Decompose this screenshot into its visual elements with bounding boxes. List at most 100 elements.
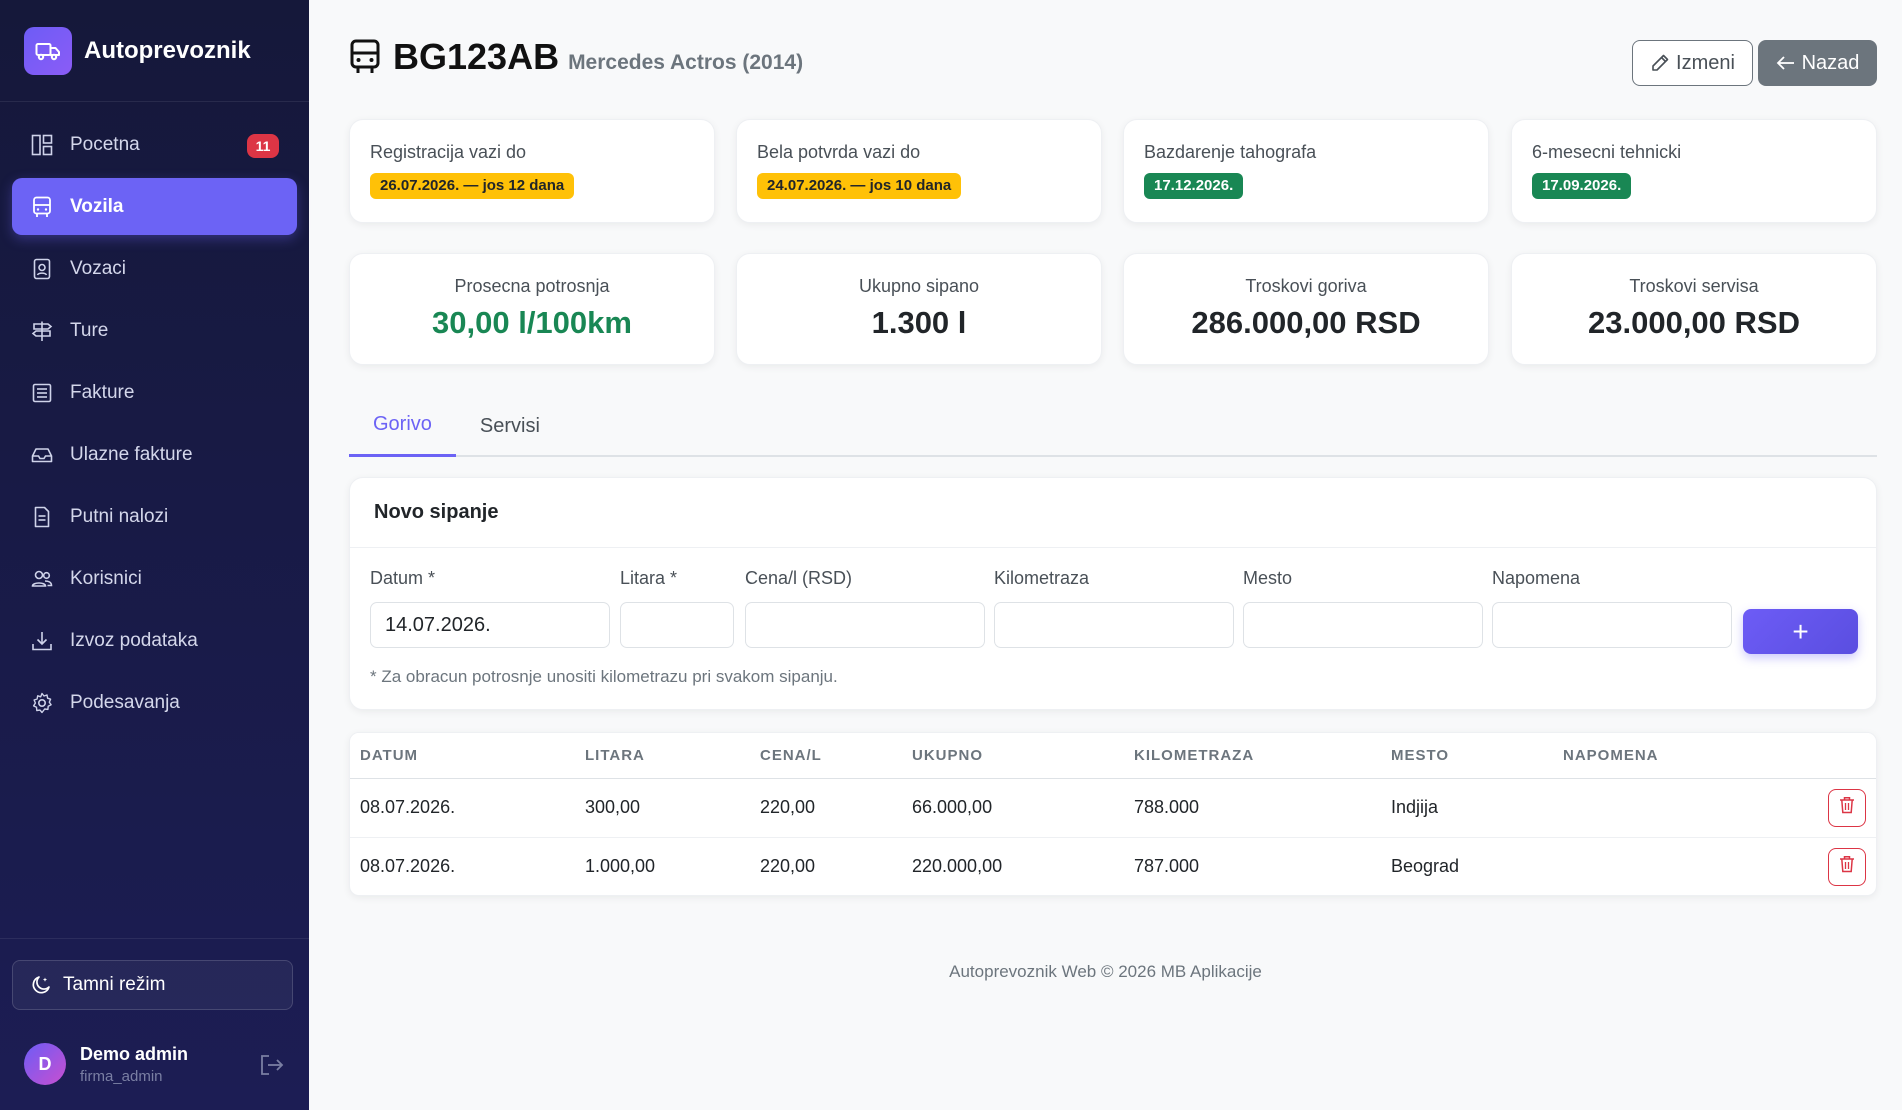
dark-mode-label: Tamni režim	[63, 974, 166, 995]
sidebar-item-label: Pocetna	[70, 133, 140, 155]
column-header: UKUPNO	[902, 733, 1124, 779]
pencil-icon	[1650, 53, 1670, 73]
sidebar-item-korisnici[interactable]: Korisnici	[12, 550, 297, 607]
sidebar-item-ulazne-fakture[interactable]: Ulazne fakture	[12, 426, 297, 483]
cell-place: Beograd	[1381, 837, 1553, 895]
sidebar-footer: Tamni režim D Demo admin firma_admin	[0, 938, 309, 1110]
cell-note	[1553, 837, 1753, 895]
cell-total: 220.000,00	[902, 837, 1124, 895]
card-label: Bela potvrda vazi do	[757, 142, 921, 162]
add-button[interactable]: +	[1743, 609, 1858, 654]
fuel-cost-card: Troskovi goriva 286.000,00 RSD	[1123, 253, 1489, 365]
cell-liters: 300,00	[575, 778, 750, 838]
stat-label: Troskovi servisa	[1629, 276, 1759, 296]
document-icon	[30, 505, 54, 529]
signpost-icon	[30, 319, 54, 343]
price-input[interactable]	[745, 602, 985, 648]
tachograph-card: Bazdarenje tahografa 17.12.2026.	[1123, 119, 1489, 223]
cell-note	[1553, 778, 1753, 838]
status-badge: 17.09.2026.	[1532, 173, 1632, 199]
logout-icon[interactable]	[258, 1051, 286, 1079]
cell-actions	[1753, 778, 1876, 838]
people-icon	[30, 567, 54, 591]
table-header-row: DATUM LITARA CENA/L UKUPNO KILOMETRAZA M…	[350, 733, 1876, 779]
sidebar-nav: Pocetna 11 Vozila Vozaci Ture Fakture Ul…	[0, 102, 309, 731]
price-field-group: Cena/l (RSD)	[745, 568, 985, 648]
bus-icon	[30, 195, 54, 219]
sidebar: Autoprevoznik Pocetna 11 Vozila Vozaci T…	[0, 0, 309, 1110]
table-row: 08.07.2026. 300,00 220,00 66.000,00 788.…	[350, 778, 1876, 838]
service-cost-card: Troskovi servisa 23.000,00 RSD	[1511, 253, 1877, 365]
date-input[interactable]: 14.07.2026.	[370, 602, 610, 648]
dark-mode-toggle[interactable]: Tamni režim	[12, 960, 293, 1010]
receipt-icon	[30, 381, 54, 405]
cell-date: 08.07.2026.	[350, 837, 575, 895]
cell-price: 220,00	[750, 778, 902, 838]
sidebar-item-putni-nalozi[interactable]: Putni nalozi	[12, 488, 297, 545]
back-button[interactable]: Nazad	[1758, 40, 1877, 86]
card-label: Bazdarenje tahografa	[1144, 142, 1317, 162]
sidebar-item-label: Vozaci	[70, 257, 126, 279]
avatar: D	[24, 1043, 66, 1085]
trash-icon	[1839, 796, 1855, 819]
date-field-group: Datum * 14.07.2026.	[370, 568, 610, 648]
column-header: DATUM	[350, 733, 575, 779]
sidebar-item-vozaci[interactable]: Vozaci	[12, 240, 297, 297]
cell-place: Indjija	[1381, 778, 1553, 838]
liters-field-group: Litara *	[620, 568, 734, 648]
truck-icon	[24, 26, 72, 75]
person-badge-icon	[30, 257, 54, 281]
field-label: Kilometraza	[994, 568, 1090, 588]
note-input[interactable]	[1492, 602, 1732, 648]
form-title: Novo sipanje	[350, 478, 1876, 548]
vehicle-model: Mercedes Actros (2014)	[568, 51, 804, 74]
sidebar-item-label: Ture	[70, 319, 109, 341]
page-header: BG123AB Mercedes Actros (2014)	[349, 36, 803, 78]
stat-label: Ukupno sipano	[858, 276, 980, 296]
status-badge: 17.12.2026.	[1144, 173, 1244, 199]
tab-gorivo[interactable]: Gorivo	[349, 395, 456, 457]
cell-price: 220,00	[750, 837, 902, 895]
edit-button[interactable]: Izmeni	[1632, 40, 1753, 86]
liters-input[interactable]	[620, 602, 734, 648]
main-content: BG123AB Mercedes Actros (2014) Izmeni Na…	[309, 0, 1902, 1110]
tab-servisi[interactable]: Servisi	[456, 395, 564, 457]
cell-liters: 1.000,00	[575, 837, 750, 895]
notification-badge: 11	[247, 134, 279, 158]
stat-value: 23.000,00 RSD	[1588, 305, 1800, 340]
delete-button[interactable]	[1828, 788, 1866, 827]
sidebar-item-label: Podesavanja	[70, 691, 180, 713]
field-label: Litara *	[620, 568, 678, 588]
stat-label: Troskovi goriva	[1245, 276, 1367, 296]
sidebar-item-ture[interactable]: Ture	[12, 302, 297, 359]
bus-icon	[349, 39, 383, 75]
delete-button[interactable]	[1828, 847, 1866, 886]
place-field-group: Mesto	[1243, 568, 1483, 648]
status-badge: 24.07.2026. — jos 10 dana	[757, 173, 962, 199]
sidebar-item-podesavanja[interactable]: Podesavanja	[12, 674, 297, 731]
inbox-icon	[30, 443, 54, 467]
field-label: Napomena	[1492, 568, 1581, 588]
sidebar-item-pocetna[interactable]: Pocetna 11	[12, 116, 297, 173]
sidebar-item-label: Korisnici	[70, 567, 142, 589]
stat-value: 30,00 l/100km	[432, 305, 632, 340]
user-name: Demo admin	[80, 1043, 189, 1064]
column-header: KILOMETRAZA	[1124, 733, 1381, 779]
brand[interactable]: Autoprevoznik	[0, 0, 309, 102]
cell-mileage: 788.000	[1124, 778, 1381, 838]
gear-icon	[30, 691, 54, 715]
mileage-input[interactable]	[994, 602, 1234, 648]
sidebar-item-vozila[interactable]: Vozila	[12, 178, 297, 235]
avg-consumption-card: Prosecna potrosnja 30,00 l/100km	[349, 253, 715, 365]
cell-actions	[1753, 837, 1876, 895]
sidebar-item-label: Ulazne fakture	[70, 443, 193, 465]
tab-bar: Gorivo Servisi	[349, 395, 1877, 457]
column-header: MESTO	[1381, 733, 1553, 779]
place-input[interactable]	[1243, 602, 1483, 648]
user-role: firma_admin	[80, 1067, 163, 1085]
footer: Autoprevoznik Web © 2026 MB Aplikacije	[949, 962, 1262, 981]
column-header: LITARA	[575, 733, 750, 779]
sidebar-item-izvoz-podataka[interactable]: Izvoz podataka	[12, 612, 297, 669]
sidebar-item-fakture[interactable]: Fakture	[12, 364, 297, 421]
arrow-left-icon	[1776, 53, 1796, 73]
